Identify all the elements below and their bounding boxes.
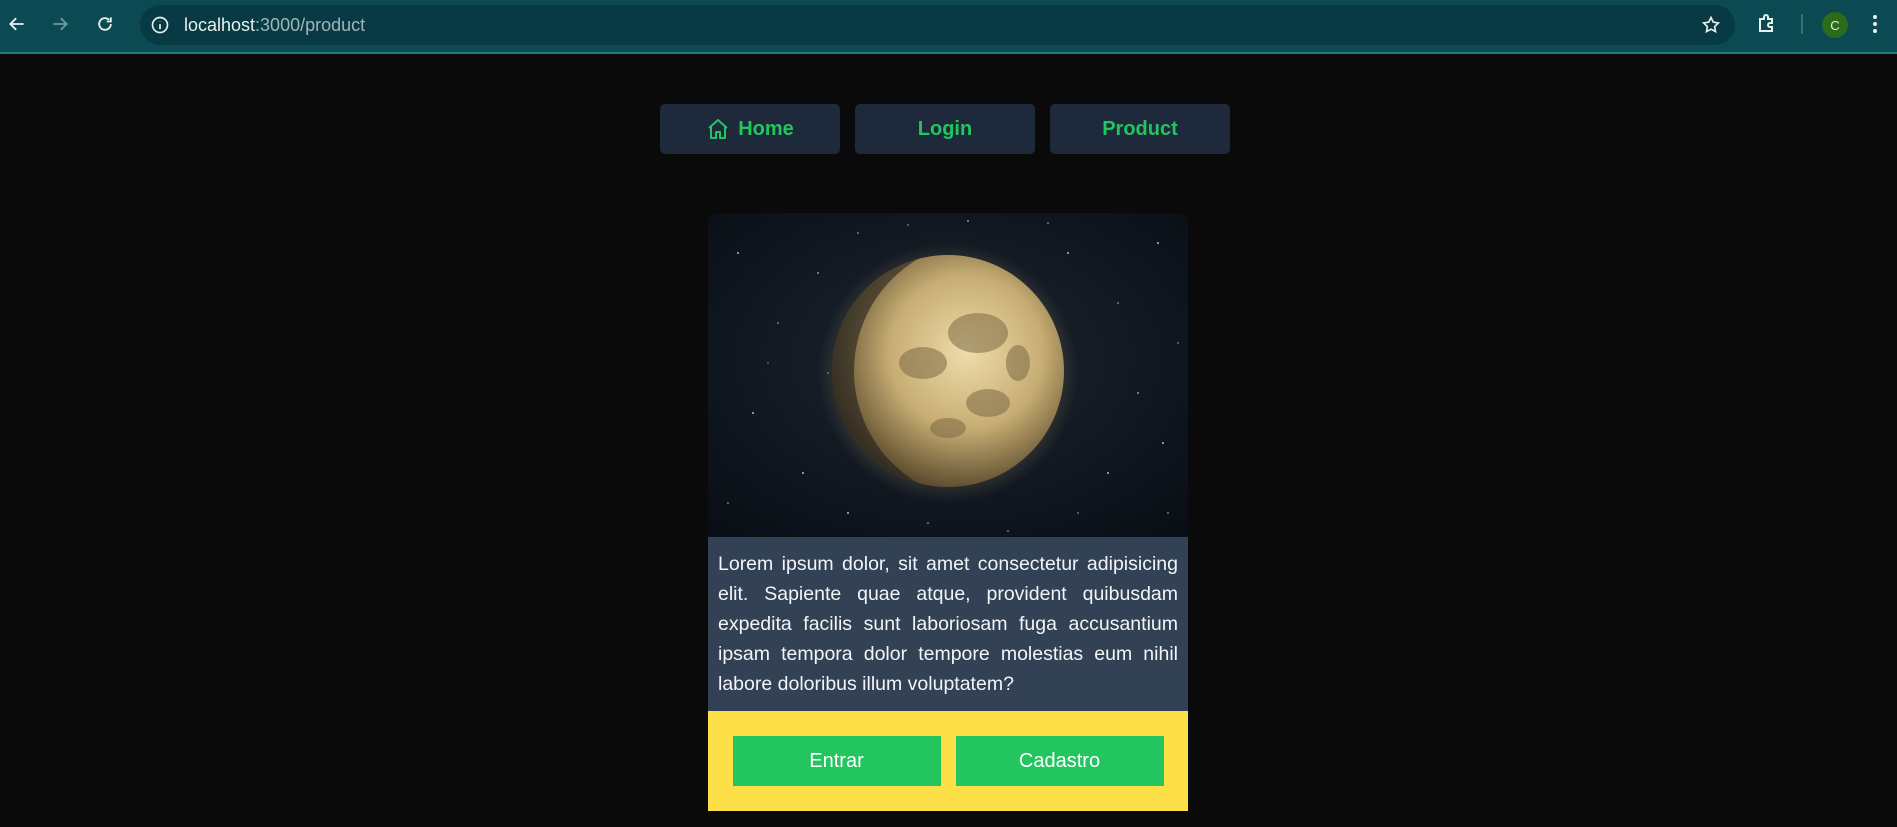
nav-home-button[interactable]: Home	[660, 104, 840, 154]
product-description: Lorem ipsum dolor, sit amet consectetur …	[708, 537, 1188, 711]
nav-home-label: Home	[738, 117, 794, 140]
browser-toolbar: localhost:3000/product C	[0, 0, 1897, 54]
profile-initial: C	[1830, 17, 1840, 33]
cadastro-button[interactable]: Cadastro	[955, 736, 1164, 786]
address-bar[interactable]: localhost:3000/product	[140, 5, 1735, 45]
entrar-button[interactable]: Entrar	[732, 736, 941, 786]
address-url[interactable]: localhost:3000/product	[184, 5, 365, 45]
back-icon	[9, 17, 24, 31]
nav-product-button[interactable]: Product	[1050, 104, 1230, 154]
back-button[interactable]	[2, 9, 32, 39]
menu-icon[interactable]	[1868, 12, 1882, 36]
nav-login-button[interactable]: Login	[855, 104, 1035, 154]
forward-icon	[53, 17, 68, 31]
extensions-icon[interactable]	[1755, 12, 1779, 36]
nav-login-label: Login	[917, 117, 973, 140]
url-host: localhost	[184, 15, 256, 35]
main-nav: Home Login Product	[660, 104, 1230, 154]
moon-image	[708, 213, 1188, 537]
card-actions: Entrar Cadastro	[708, 711, 1188, 811]
info-icon[interactable]	[150, 15, 170, 35]
nav-product-label: Product	[1102, 117, 1178, 140]
toolbar-divider	[1801, 14, 1803, 34]
product-card: Lorem ipsum dolor, sit amet consectetur …	[708, 213, 1188, 811]
forward-button[interactable]	[45, 9, 75, 39]
url-path: :3000/product	[255, 15, 366, 35]
home-icon	[708, 119, 728, 139]
reload-button[interactable]	[90, 9, 120, 39]
reload-icon	[98, 17, 112, 31]
profile-avatar[interactable]: C	[1822, 12, 1848, 38]
star-icon[interactable]	[1701, 15, 1721, 35]
